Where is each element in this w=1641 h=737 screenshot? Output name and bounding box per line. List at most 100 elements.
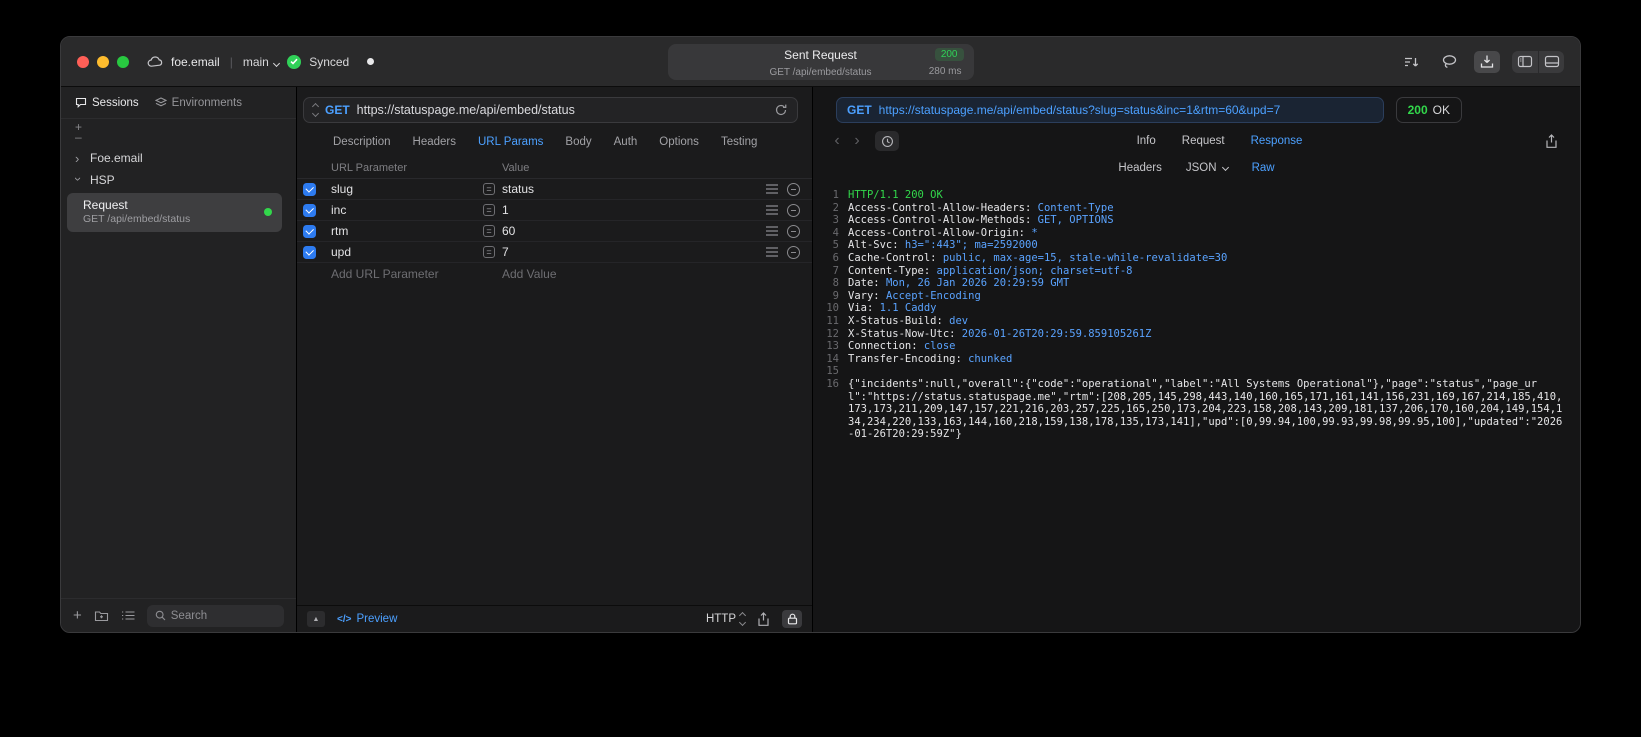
add-session-button[interactable]: + xyxy=(75,121,296,133)
request-tab-auth[interactable]: Auth xyxy=(614,136,638,148)
drag-handle-icon[interactable] xyxy=(766,205,778,215)
traffic-lights xyxy=(77,55,129,68)
param-name[interactable]: inc xyxy=(331,203,483,217)
resend-icon[interactable] xyxy=(774,103,788,117)
response-subtab-headers[interactable]: Headers xyxy=(1118,162,1161,174)
sort-icon[interactable] xyxy=(1398,51,1424,73)
request-tab-body[interactable]: Body xyxy=(565,136,591,148)
close-window-button[interactable] xyxy=(77,55,89,68)
sync-status-label: Synced xyxy=(309,54,350,69)
sidebar-request-item[interactable]: Request GET /api/embed/status xyxy=(67,193,282,232)
sent-request-status[interactable]: Sent Request 200 GET /api/embed/status 2… xyxy=(667,44,974,80)
request-success-dot xyxy=(264,208,272,216)
param-value[interactable]: 7 xyxy=(502,245,509,259)
chevron-down-icon xyxy=(1221,163,1229,171)
add-param-value-placeholder[interactable]: Add Value xyxy=(483,267,758,281)
sidebar-tab-sessions[interactable]: Sessions xyxy=(75,97,139,109)
response-tab-info[interactable]: Info xyxy=(1137,135,1156,147)
request-panel: GET https://statuspage.me/api/embed/stat… xyxy=(297,87,813,632)
drag-handle-icon[interactable] xyxy=(766,247,778,257)
remove-param-icon[interactable] xyxy=(787,224,800,238)
request-tab-description[interactable]: Description xyxy=(333,136,391,148)
preview-button[interactable]: </> Preview xyxy=(337,613,397,625)
method-dropdown-icon[interactable] xyxy=(311,102,320,118)
status-code: 200 xyxy=(1407,103,1428,117)
layout-sidebar-icon[interactable] xyxy=(1512,51,1538,73)
request-method[interactable]: GET xyxy=(325,103,350,117)
param-name[interactable]: rtm xyxy=(331,224,483,238)
params-table: URL Parameter Value slug = status inc = … xyxy=(297,157,812,605)
request-tab-headers[interactable]: Headers xyxy=(413,136,456,148)
response-tab-response[interactable]: Response xyxy=(1251,135,1303,147)
param-name[interactable]: slug xyxy=(331,182,483,196)
titlebar: foe.email | main Synced Sent Request 200… xyxy=(61,37,1580,87)
chevron-down-icon xyxy=(273,59,281,67)
status-text: OK xyxy=(1432,103,1450,117)
param-checkbox[interactable] xyxy=(303,203,316,217)
response-tab-request[interactable]: Request xyxy=(1182,135,1225,147)
request-tab-options[interactable]: Options xyxy=(659,136,699,148)
layout-bottom-panel-icon[interactable] xyxy=(1538,50,1564,73)
history-clock-icon[interactable] xyxy=(875,131,899,151)
lock-icon[interactable] xyxy=(782,610,802,628)
remove-param-icon[interactable] xyxy=(787,245,800,259)
import-response-icon[interactable] xyxy=(1474,50,1500,73)
history-forward-icon[interactable]: › xyxy=(851,132,863,150)
search-input[interactable]: Search xyxy=(146,604,284,627)
response-subtab-json[interactable]: JSON xyxy=(1186,162,1229,174)
add-param-name-placeholder[interactable]: Add URL Parameter xyxy=(331,267,483,281)
request-tab-url-params[interactable]: URL Params xyxy=(478,136,543,148)
response-request-url[interactable]: GET https://statuspage.me/api/embed/statu… xyxy=(836,97,1384,123)
list-view-icon[interactable] xyxy=(121,610,135,621)
new-folder-icon[interactable] xyxy=(94,610,109,622)
response-status-badge: 200 OK xyxy=(1395,97,1462,123)
param-checkbox[interactable] xyxy=(303,224,316,238)
request-tab-testing[interactable]: Testing xyxy=(721,136,757,148)
expand-panel-icon[interactable]: ▲ xyxy=(307,611,325,627)
tree-group-foe-email[interactable]: › Foe.email xyxy=(61,147,296,169)
protocol-selector[interactable]: HTTP xyxy=(706,611,747,627)
param-row: upd = 7 xyxy=(297,242,812,263)
param-checkbox[interactable] xyxy=(303,182,316,196)
remove-param-icon[interactable] xyxy=(787,182,800,196)
param-value[interactable]: 60 xyxy=(502,224,515,238)
param-value[interactable]: status xyxy=(502,182,534,196)
zoom-window-button[interactable] xyxy=(117,55,129,68)
chevron-icon: › xyxy=(71,176,87,181)
param-name[interactable]: upd xyxy=(331,245,483,259)
sidebar-tab-environments[interactable]: Environments xyxy=(154,97,242,109)
share-icon[interactable] xyxy=(757,611,770,627)
synced-check-icon xyxy=(287,54,302,69)
chevron-icon: › xyxy=(75,150,80,166)
drag-handle-icon[interactable] xyxy=(766,184,778,194)
request-url[interactable]: https://statuspage.me/api/embed/status xyxy=(357,103,575,117)
remove-param-icon[interactable] xyxy=(787,203,800,217)
search-placeholder: Search xyxy=(170,609,208,622)
history-back-icon[interactable]: ‹ xyxy=(831,132,843,150)
sidebar-add-controls: + – xyxy=(61,119,296,143)
select-chevrons-icon xyxy=(738,611,747,627)
value-type-icon[interactable]: = xyxy=(483,246,495,258)
value-type-icon[interactable]: = xyxy=(483,204,495,216)
params-rows: slug = status inc = 1 rtm = 60 upd = 7 xyxy=(297,179,812,263)
url-bar[interactable]: GET https://statuspage.me/api/embed/stat… xyxy=(303,97,798,123)
value-type-icon[interactable]: = xyxy=(483,183,495,195)
param-checkbox[interactable] xyxy=(303,245,316,259)
add-request-button[interactable]: + xyxy=(73,608,82,623)
project-name[interactable]: foe.email xyxy=(171,55,220,69)
drag-handle-icon[interactable] xyxy=(766,226,778,236)
lasso-icon[interactable] xyxy=(1436,51,1462,73)
export-response-icon[interactable] xyxy=(1540,131,1564,151)
minimize-window-button[interactable] xyxy=(97,55,109,68)
branch-selector[interactable]: main xyxy=(243,55,281,69)
value-type-icon[interactable]: = xyxy=(483,225,495,237)
param-value[interactable]: 1 xyxy=(502,203,509,217)
unsaved-indicator xyxy=(367,58,375,65)
add-param-row[interactable]: Add URL Parameter Add Value xyxy=(297,263,812,285)
response-subtab-raw[interactable]: Raw xyxy=(1252,162,1275,174)
sessions-icon xyxy=(75,97,87,108)
response-body[interactable]: 1 HTTP/1.1 200 OK 2 Access-Control-Allow-He… xyxy=(813,181,1580,632)
tree-group-hsp[interactable]: › HSP xyxy=(61,169,296,191)
search-icon xyxy=(155,610,166,621)
drag-handle-icon[interactable]: – xyxy=(75,131,296,143)
